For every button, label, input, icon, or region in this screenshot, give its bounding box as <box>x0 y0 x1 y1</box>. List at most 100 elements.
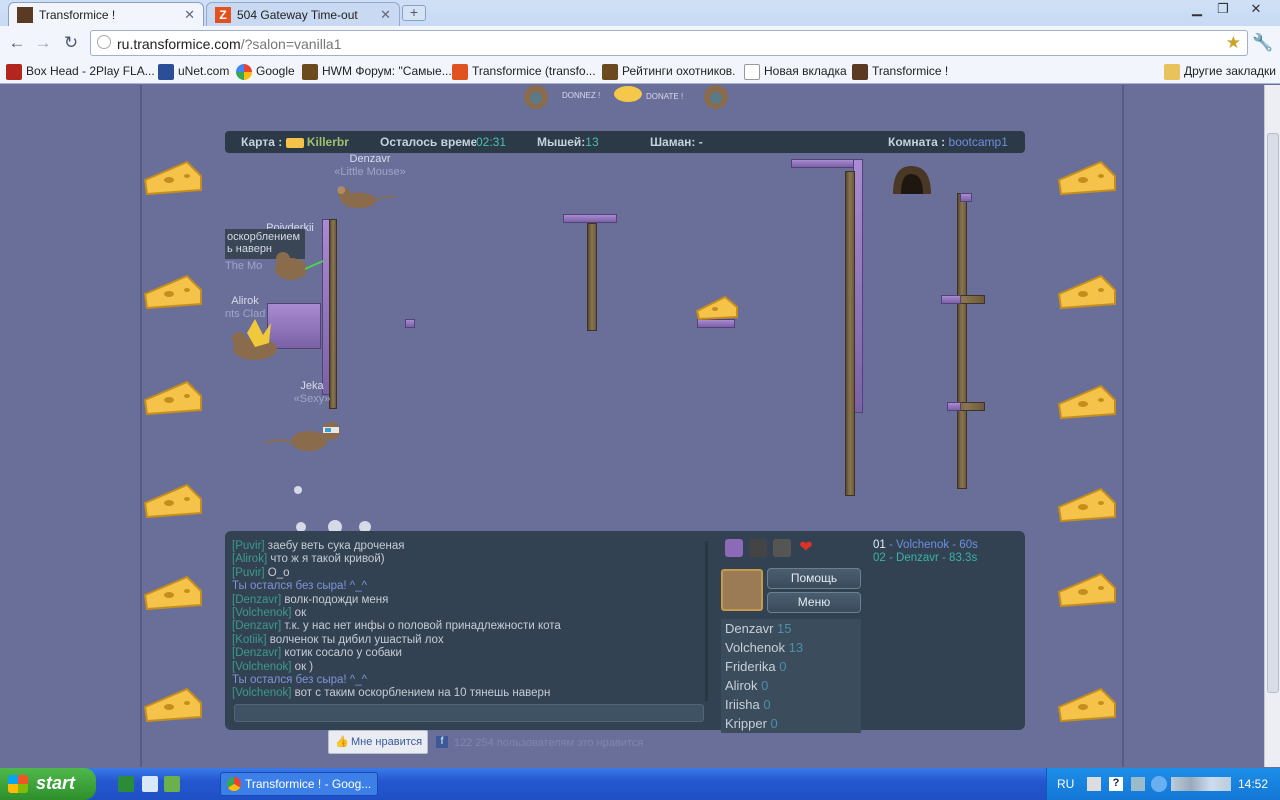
chat-nick[interactable]: [Denzavr] <box>232 594 281 606</box>
smile-icon[interactable] <box>749 539 767 557</box>
tab-transformice[interactable]: Transformice ! ✕ <box>8 2 204 26</box>
url-text: ru.transformice.com/?salon=vanilla1 <box>117 36 342 52</box>
player-row-score: 0 <box>763 697 771 712</box>
avatar[interactable] <box>721 569 763 611</box>
heart-icon[interactable]: ❤ <box>797 539 815 557</box>
facebook-like-button[interactable]: 👍 Мне нравится <box>328 730 428 754</box>
cry-icon[interactable] <box>773 539 791 557</box>
z-favicon-icon: Z <box>215 7 231 23</box>
windows-logo-icon <box>8 775 28 793</box>
page-scrollbar[interactable] <box>1264 85 1280 767</box>
page-icon <box>97 35 111 49</box>
bookmark-item[interactable]: Новая вкладка <box>744 64 847 80</box>
game-canvas[interactable]: Карта : Killerbr Осталось времен 02:31 М… <box>225 131 1025 531</box>
player-row[interactable]: Volchenok 13 <box>721 638 861 657</box>
close-tab-icon[interactable]: ✕ <box>184 7 195 23</box>
chat-log[interactable]: [Puvir] заебу веть сука дроченая [Alirok]… <box>232 540 704 700</box>
hud-shaman-label: Шаман: <box>650 135 696 149</box>
player-list[interactable]: Denzavr 15 Volchenok 13 Friderika 0 Alirok … <box>721 619 861 733</box>
chat-nick[interactable]: [Volchenok] <box>232 687 291 699</box>
record-rank: 01 <box>873 539 886 551</box>
transformice-favicon-icon <box>17 7 33 23</box>
help-button[interactable]: Помощь <box>767 568 861 589</box>
quicklaunch-icon[interactable] <box>118 776 134 792</box>
player-row[interactable]: Alirok 0 <box>721 676 861 695</box>
bookmark-item[interactable]: Transformice ! <box>852 64 948 80</box>
google-icon <box>236 64 252 80</box>
bookmark-item[interactable]: Рейтинги охотников. <box>602 64 736 80</box>
hud-room-value: bootcamp1 <box>948 135 1008 149</box>
chat-text: О_о <box>267 566 290 579</box>
bookmark-label: uNet.com <box>178 64 230 78</box>
tray-arrow-icon[interactable] <box>1151 776 1167 792</box>
quicklaunch-icon[interactable] <box>142 776 158 792</box>
address-bar[interactable]: ru.transformice.com/?salon=vanilla1 ★ <box>90 30 1248 56</box>
chat-nick[interactable]: [Denzavr] <box>232 620 281 632</box>
chat-nick[interactable]: [Denzavr] <box>232 647 281 659</box>
cheese-icon <box>1057 572 1116 608</box>
donate-right-text: DONATE ! <box>646 92 684 101</box>
bookmark-label: Transformice (transfo... <box>472 64 596 78</box>
close-tab-icon[interactable]: ✕ <box>380 7 391 23</box>
chat-message: [Volchenok] вот с таким оскорблением на … <box>232 687 704 700</box>
chat-text: котик сосало у собаки <box>284 647 402 660</box>
chat-input[interactable] <box>234 704 704 722</box>
chat-nick[interactable]: [Puvir] <box>232 540 265 552</box>
bookmark-item[interactable]: HWM Форум: "Самые... <box>302 64 452 80</box>
chat-nick[interactable]: [Volchenok] <box>232 661 291 673</box>
taskbar: start Transformice ! - Goog... RU ? 14:5… <box>0 768 1280 800</box>
mouse-icon <box>337 186 395 209</box>
hwm-icon <box>602 64 618 80</box>
system-tray: RU ? 14:52 <box>1046 768 1280 800</box>
bookmark-star-icon[interactable]: ★ <box>1226 33 1241 53</box>
bookmark-item[interactable]: Transformice (transfo... <box>452 64 596 80</box>
chat-nick[interactable]: [Puvir] <box>232 567 265 579</box>
keyboard-icon[interactable] <box>1087 777 1101 791</box>
taskbar-item-chrome[interactable]: Transformice ! - Goog... <box>220 772 378 796</box>
start-button[interactable]: start <box>0 768 96 800</box>
chat-message: [Denzavr] котик сосало у собаки <box>232 647 704 660</box>
restore-icon[interactable]: ❐ <box>1210 0 1236 18</box>
forward-icon[interactable]: → <box>32 32 54 54</box>
hud-mice: Мышей:13 <box>537 135 599 149</box>
other-bookmarks[interactable]: Другие закладки <box>1164 64 1276 80</box>
network-icon[interactable] <box>1131 777 1145 791</box>
player-row-score: 0 <box>761 678 769 693</box>
cheese-icon <box>695 295 738 321</box>
player-row[interactable]: Kripper 0 <box>721 714 861 733</box>
back-icon[interactable]: ← <box>6 32 28 54</box>
menu-button[interactable]: Меню <box>767 592 861 613</box>
tab-gateway[interactable]: Z 504 Gateway Time-out ✕ <box>206 2 400 26</box>
scrollbar-thumb[interactable] <box>1267 133 1279 693</box>
player-row[interactable]: Denzavr 15 <box>721 619 861 638</box>
chat-nick[interactable]: [Alirok] <box>232 553 267 565</box>
help-icon[interactable]: ? <box>1109 777 1123 791</box>
hud-shaman-value: - <box>698 135 703 149</box>
language-indicator[interactable]: RU <box>1057 777 1074 791</box>
reload-icon[interactable]: ↻ <box>60 32 82 54</box>
bookmark-item[interactable]: uNet.com <box>158 64 230 80</box>
wrench-icon[interactable]: 🔧 <box>1252 32 1274 54</box>
new-tab-button[interactable]: + <box>402 5 426 21</box>
chat-text: волк-подожди меня <box>284 593 389 606</box>
bubble-line: оскорблением <box>227 231 301 243</box>
dress-icon[interactable] <box>725 539 743 557</box>
close-window-icon[interactable]: ✕ <box>1238 0 1274 18</box>
platform <box>563 214 617 223</box>
chat-scrollbar[interactable] <box>705 541 708 701</box>
donate-banner[interactable]: DONNEZ ! DONATE ! <box>518 85 734 113</box>
record-row: 02 - Denzavr - 83.3s <box>873 552 1019 565</box>
chat-nick[interactable]: [Volchenok] <box>232 607 291 619</box>
hud-map: Карта : Killerbr <box>241 135 349 149</box>
tray-icons[interactable] <box>1171 777 1231 791</box>
minimize-icon[interactable]: ▁ <box>1184 0 1210 18</box>
bookmark-item[interactable]: Google <box>236 64 295 80</box>
quicklaunch-icon[interactable] <box>164 776 180 792</box>
cheese-icon <box>1057 274 1116 310</box>
player-row[interactable]: Iriisha 0 <box>721 695 861 714</box>
hud-map-label: Карта : <box>241 135 283 149</box>
bookmark-item[interactable]: Box Head - 2Play FLA... <box>6 64 155 80</box>
hud-time-value: 02:31 <box>476 135 507 149</box>
chat-nick[interactable]: [Kotiik] <box>232 634 267 646</box>
player-row[interactable]: Friderika 0 <box>721 657 861 676</box>
